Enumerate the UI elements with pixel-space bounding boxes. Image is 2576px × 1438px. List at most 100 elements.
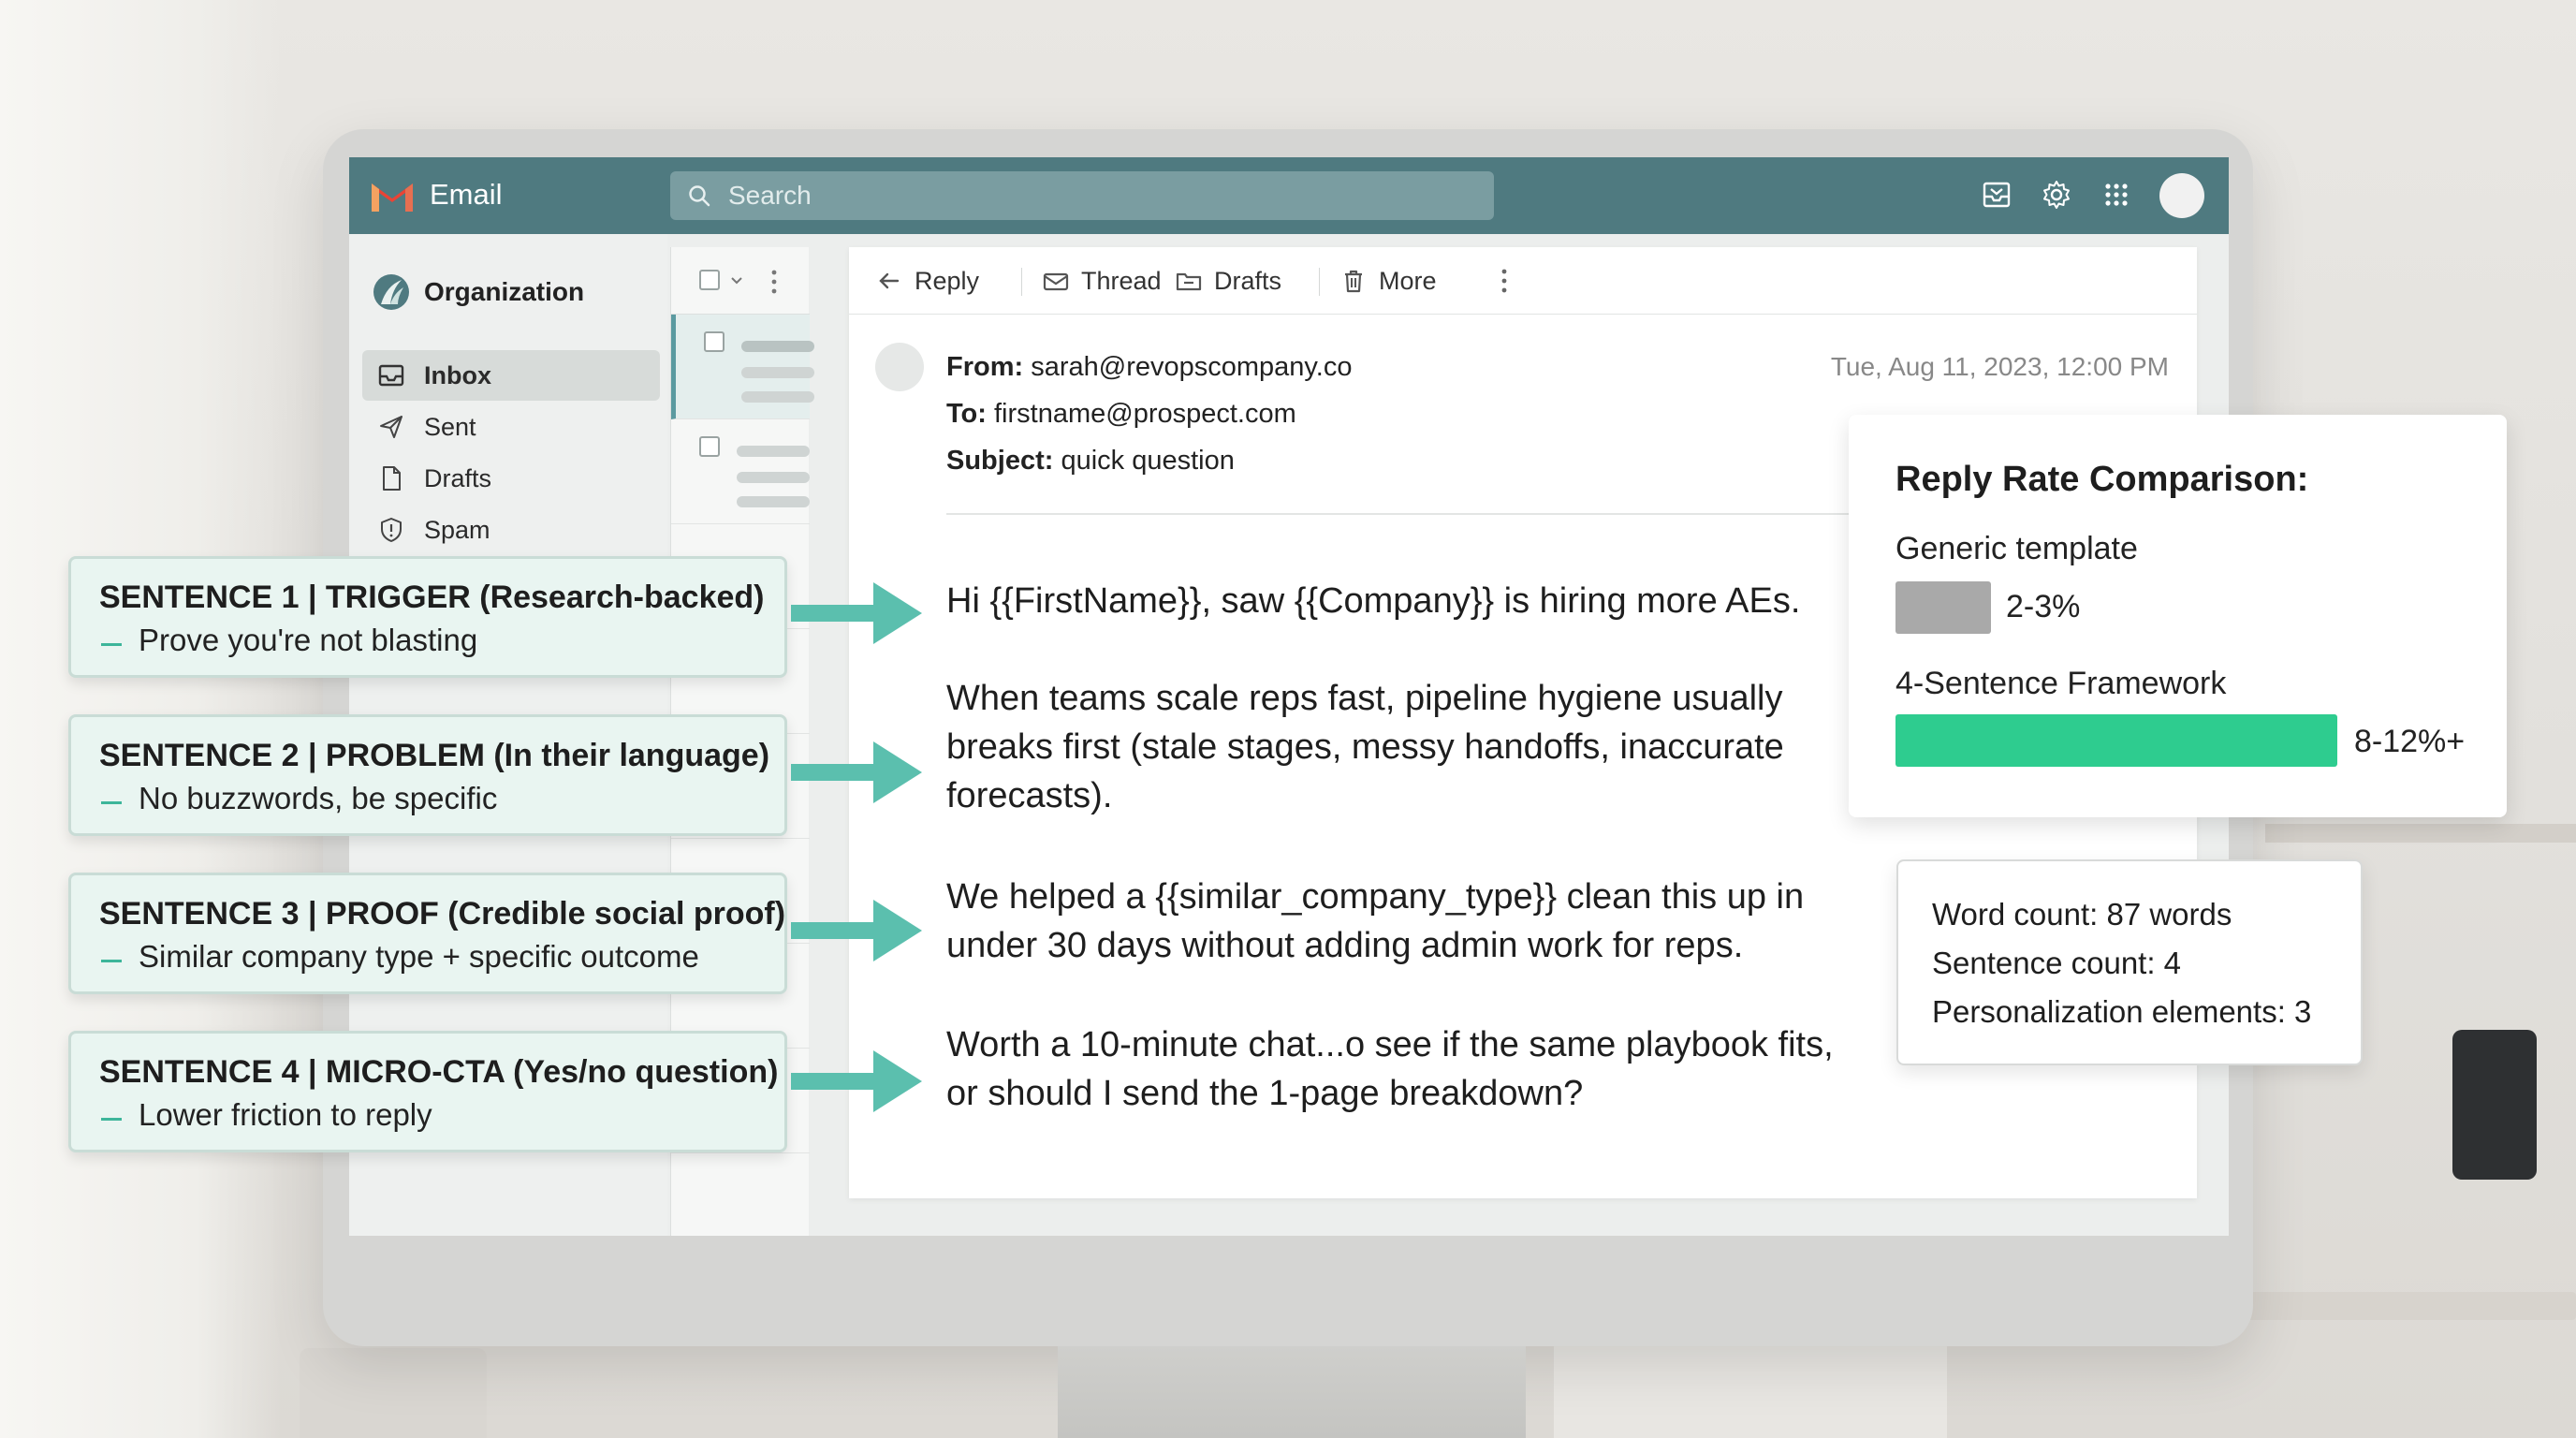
- generic-template-bar: [1895, 581, 1991, 634]
- callout-sentence-2: SENTENCE 2 | PROBLEM (In their language)…: [68, 714, 787, 836]
- sidebar-item-inbox[interactable]: Inbox: [362, 350, 660, 401]
- send-icon: [380, 416, 402, 438]
- message-list-header: [671, 247, 810, 315]
- callout-sentence-1: SENTENCE 1 | TRIGGER (Research-backed) P…: [68, 556, 787, 678]
- more-button[interactable]: More: [1339, 247, 1437, 315]
- sidebar-item-sent[interactable]: Sent: [362, 402, 660, 452]
- callout-sentence-3: SENTENCE 3 | PROOF (Credible social proo…: [68, 873, 787, 994]
- from-label: From:: [946, 352, 1024, 382]
- callout-dash: [101, 643, 122, 646]
- sidebar-item-label: Drafts: [424, 463, 492, 492]
- monitor-stand: [1058, 1346, 1526, 1438]
- drafts-label: Drafts: [1214, 266, 1282, 295]
- word-count: Word count: 87 words: [1932, 897, 2232, 932]
- shield-icon: [381, 518, 402, 542]
- toolbar-divider: [1021, 268, 1022, 296]
- email-stats-card: Word count: 87 words Sentence count: 4 P…: [1896, 859, 2363, 1065]
- more-label: More: [1379, 266, 1437, 295]
- email-sentence-1: Hi {{FirstName}}, saw {{Company}} is hir…: [946, 581, 1801, 621]
- callout-sentence-4: SENTENCE 4 | MICRO-CTA (Yes/no question)…: [68, 1031, 787, 1152]
- sidebar-item-drafts[interactable]: Drafts: [362, 453, 660, 504]
- email-sentence-2: When teams scale reps fast, pipeline hyg…: [946, 679, 1784, 815]
- placeholder-line: [741, 367, 814, 378]
- organization-logo-icon: [373, 274, 409, 310]
- framework-label: 4-Sentence Framework: [1895, 666, 2227, 701]
- subject-text: quick question: [1061, 446, 1235, 476]
- row-checkbox[interactable]: [704, 331, 724, 352]
- arrow-left-icon: [879, 272, 900, 289]
- email-sentence-4: Worth a 10-minute chat...o see if the sa…: [946, 1025, 1834, 1113]
- organization-label: Organization: [424, 277, 585, 306]
- organization-header[interactable]: Organization: [372, 271, 584, 313]
- mail-logo-icon: [372, 183, 413, 212]
- background-shelf: [2265, 824, 2576, 843]
- toolbar-divider: [1319, 268, 1320, 296]
- callout-subtitle: No buzzwords, be specific: [139, 781, 498, 815]
- more-vertical-icon[interactable]: [1499, 267, 1510, 295]
- arrow-right-icon: [791, 582, 922, 644]
- email-sentence-3: We helped a {{similar_company_type}} cle…: [946, 877, 1805, 965]
- to-label: To:: [946, 399, 987, 429]
- sidebar-item-label: Spam: [424, 515, 490, 544]
- to-address: firstname@prospect.com: [994, 399, 1296, 429]
- app-title: Email: [430, 178, 503, 211]
- drafts-button[interactable]: Drafts: [1175, 247, 1281, 315]
- sentence-count: Sentence count: 4: [1932, 946, 2182, 980]
- search-icon: [689, 185, 710, 207]
- email-date: Tue, Aug 11, 2023, 12:00 PM: [1830, 352, 2169, 381]
- background-pen-cup: [2452, 1030, 2537, 1180]
- callout-subtitle: Lower friction to reply: [139, 1097, 432, 1132]
- reply-button[interactable]: Reply: [875, 247, 979, 315]
- envelope-open-icon: [1043, 272, 1069, 291]
- row-checkbox[interactable]: [699, 436, 720, 457]
- list-item[interactable]: [671, 419, 810, 524]
- callout-dash: [101, 801, 122, 804]
- generic-template-label: Generic template: [1895, 531, 2138, 566]
- chevron-down-icon[interactable]: [729, 275, 744, 286]
- email-to: To: firstname@prospect.com: [946, 399, 1296, 430]
- generic-template-value: 2-3%: [2006, 589, 2081, 624]
- placeholder-line: [741, 341, 814, 352]
- thread-label: Thread: [1081, 266, 1162, 295]
- arrow-right-icon: [791, 1050, 922, 1112]
- callout-title: SENTENCE 2 | PROBLEM (In their language): [99, 738, 770, 773]
- sidebar-item-spam[interactable]: Spam: [362, 505, 660, 555]
- select-all-checkbox[interactable]: [699, 270, 720, 290]
- framework-value: 8-12%+: [2354, 724, 2466, 759]
- callout-title: SENTENCE 1 | TRIGGER (Research-backed): [99, 580, 765, 615]
- callout-title: SENTENCE 3 | PROOF (Credible social proo…: [99, 896, 786, 932]
- placeholder-line: [737, 496, 810, 507]
- thread-button[interactable]: Thread: [1042, 247, 1162, 315]
- user-avatar[interactable]: [2159, 173, 2204, 218]
- inbox-tray-icon[interactable]: [1980, 178, 2013, 212]
- personalization-count: Personalization elements: 3: [1932, 994, 2312, 1029]
- trash-icon: [1345, 270, 1362, 293]
- subject-label: Subject:: [946, 446, 1054, 476]
- callout-dash: [101, 1118, 122, 1121]
- sender-avatar: [875, 343, 924, 391]
- email-subject: Subject: quick question: [946, 446, 1235, 477]
- file-icon: [383, 466, 401, 491]
- top-bar: Email: [349, 157, 2229, 234]
- gear-icon[interactable]: [2040, 178, 2073, 212]
- callout-title: SENTENCE 4 | MICRO-CTA (Yes/no question): [99, 1054, 779, 1090]
- placeholder-line: [737, 446, 810, 457]
- callout-subtitle: Prove you're not blasting: [139, 623, 478, 657]
- inbox-icon: [378, 364, 404, 387]
- sidebar-item-label: Sent: [424, 412, 476, 441]
- header-divider: [946, 513, 1882, 515]
- background-plant-pot: [300, 1348, 487, 1438]
- list-item[interactable]: [671, 315, 814, 419]
- callout-dash: [101, 960, 122, 962]
- apps-grid-icon[interactable]: [2100, 178, 2133, 212]
- framework-bar: [1895, 714, 2337, 767]
- placeholder-line: [741, 391, 814, 403]
- reply-rate-title: Reply Rate Comparison:: [1895, 460, 2309, 499]
- arrow-right-icon: [791, 741, 922, 803]
- sidebar-item-label: Inbox: [424, 360, 491, 389]
- search-input[interactable]: [728, 171, 1458, 220]
- arrow-right-icon: [791, 900, 922, 961]
- reply-label: Reply: [915, 266, 980, 295]
- more-vertical-icon[interactable]: [768, 268, 780, 296]
- search-box[interactable]: [670, 171, 1494, 220]
